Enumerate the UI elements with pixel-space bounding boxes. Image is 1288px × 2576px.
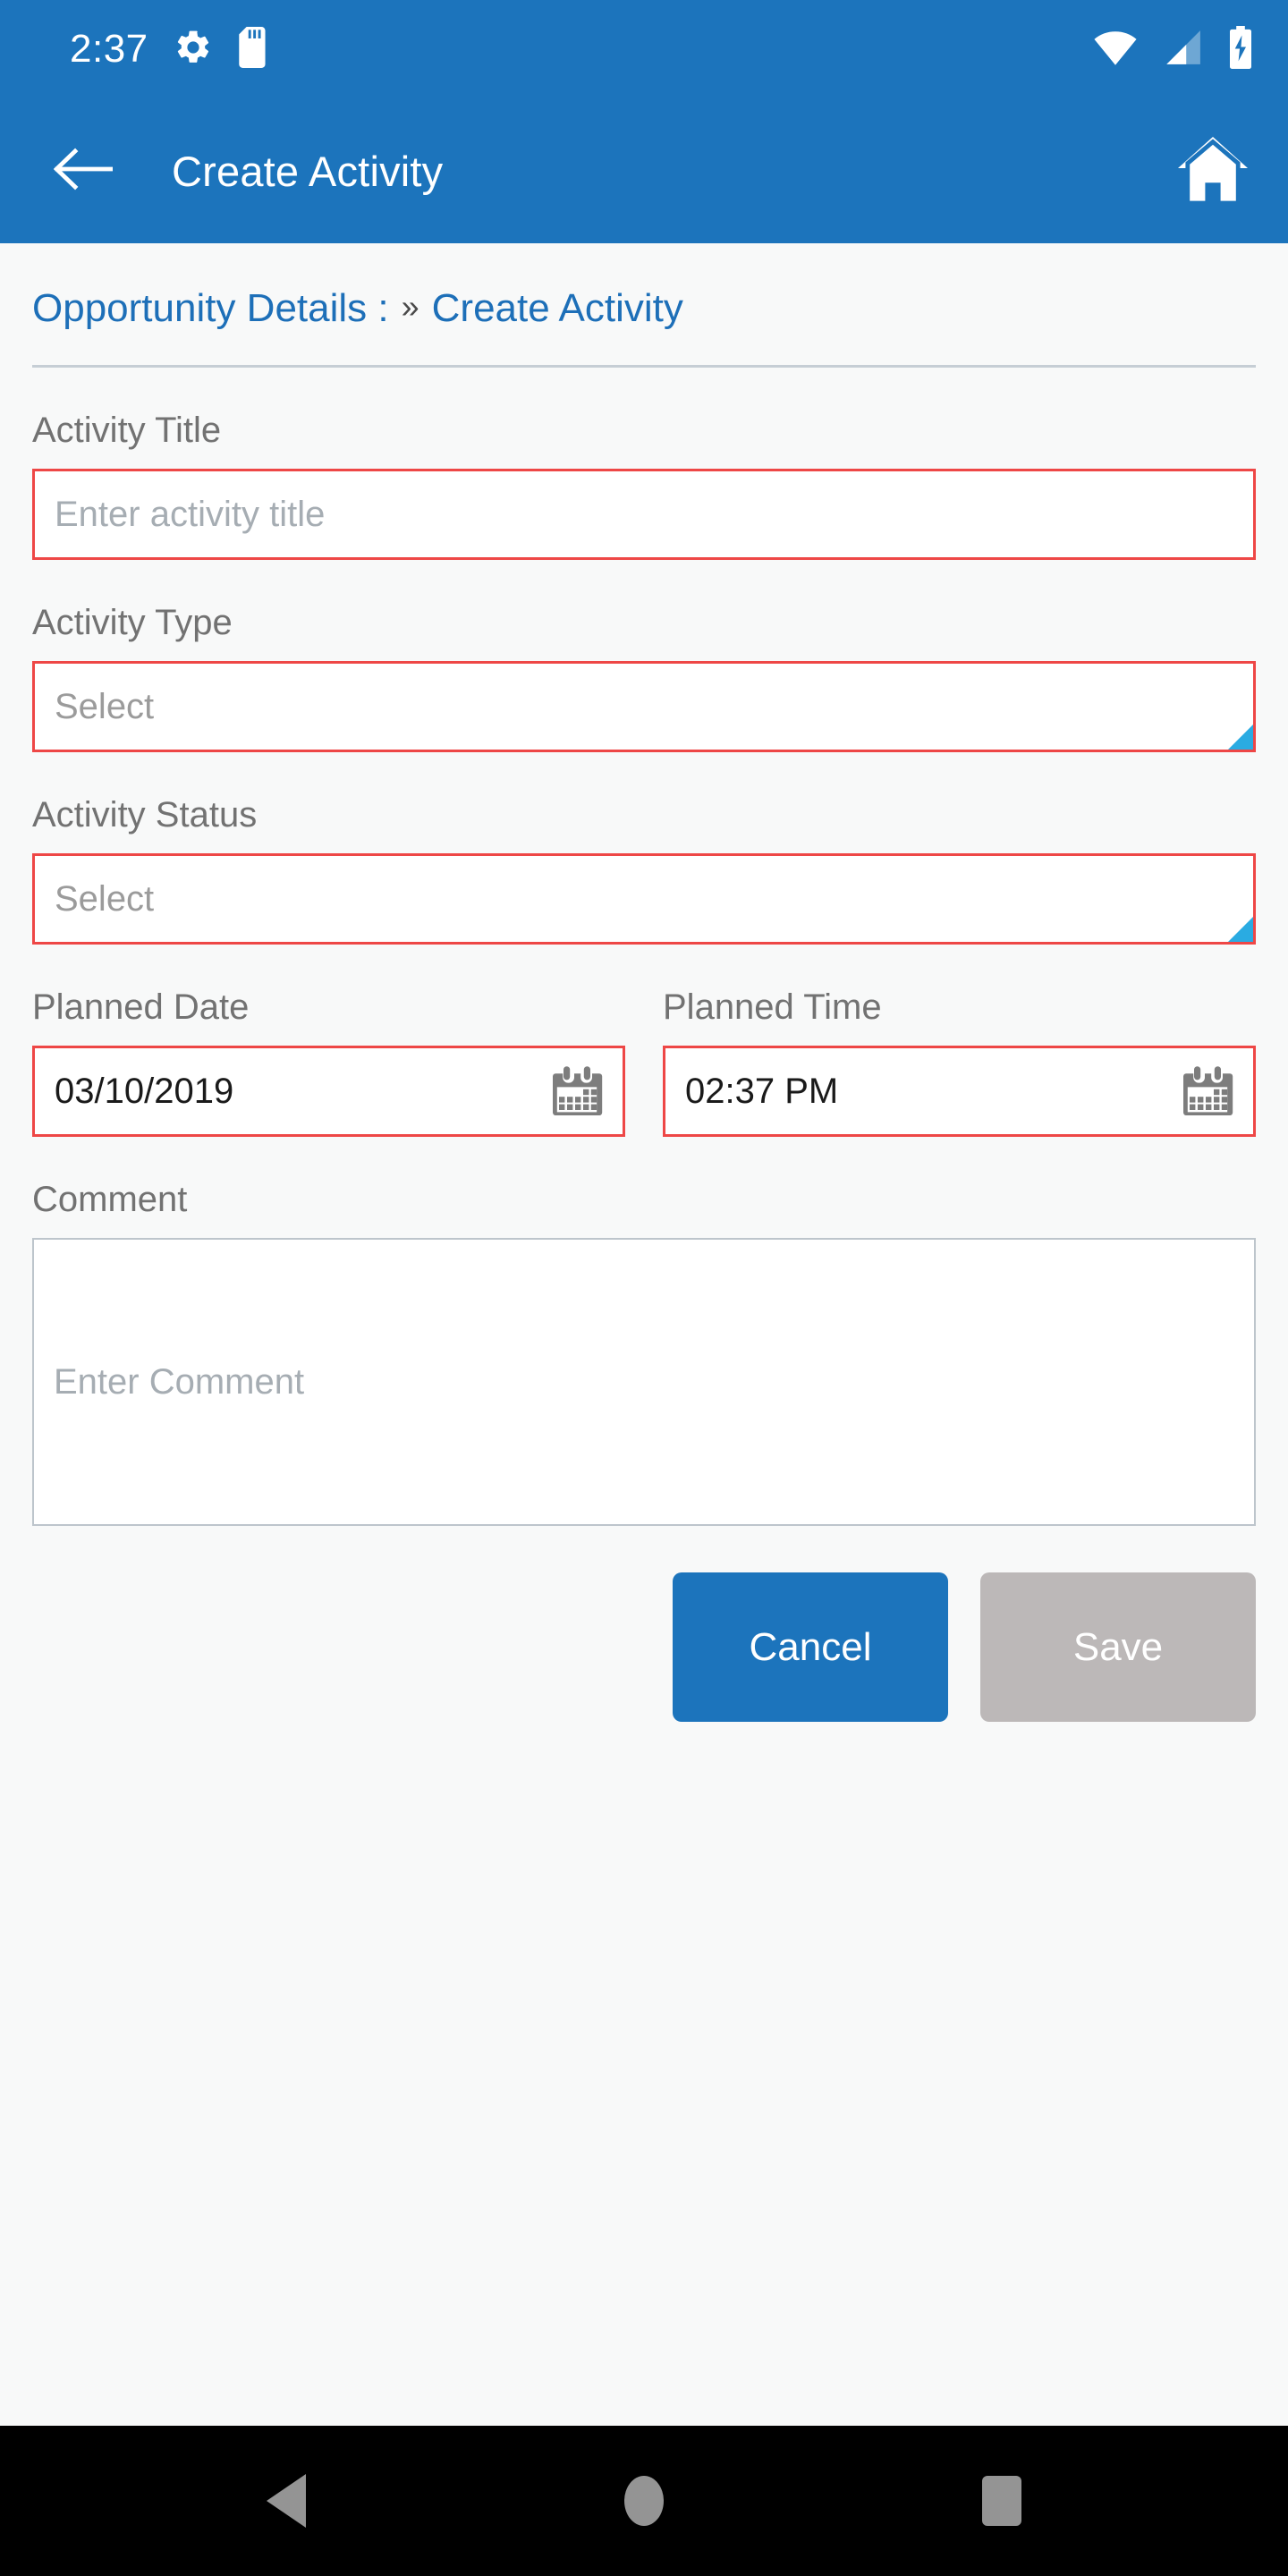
planned-date-input[interactable]: 03/10/2019	[32, 1046, 625, 1137]
nav-back-icon	[267, 2474, 306, 2528]
gear-icon	[174, 28, 213, 72]
activity-status-label: Activity Status	[32, 795, 258, 835]
comment-placeholder: Enter Comment	[54, 1361, 305, 1402]
form-content: Opportunity Details : » Create Activity Ac…	[0, 243, 1288, 2426]
planned-time-value: 02:37 PM	[685, 1071, 839, 1111]
dropdown-corner-icon	[1228, 724, 1253, 750]
page-title: Create Activity	[172, 147, 444, 195]
app-bar: Create Activity	[0, 98, 1288, 243]
activity-title-input[interactable]: Enter activity title	[32, 469, 1256, 560]
breadcrumb: Opportunity Details : » Create Activity	[32, 243, 1256, 331]
activity-title-placeholder: Enter activity title	[55, 494, 326, 534]
planned-date-label: Planned Date	[32, 987, 250, 1027]
field-planned-date: Planned Date 03/10/2019	[32, 987, 625, 1137]
home-button[interactable]	[1175, 133, 1250, 208]
home-icon	[1176, 135, 1250, 208]
dropdown-corner-icon	[1228, 917, 1253, 942]
field-activity-title: Activity Title Enter activity title	[32, 411, 1256, 560]
calendar-icon[interactable]	[551, 1065, 603, 1117]
activity-title-label: Activity Title	[32, 411, 222, 450]
status-bar-left: 2:37	[70, 26, 270, 72]
nav-back-button[interactable]	[224, 2438, 349, 2563]
wifi-icon	[1093, 29, 1138, 71]
app-screen: 2:37 Create Activity Opportunity Details…	[0, 0, 1288, 2576]
activity-status-placeholder: Select	[55, 878, 155, 919]
breadcrumb-current: Create Activity	[431, 286, 683, 330]
planned-row: Planned Date 03/10/2019 Planned Time 02:…	[32, 987, 1256, 1137]
field-planned-time: Planned Time 02:37 PM	[663, 987, 1256, 1137]
calendar-icon[interactable]	[1182, 1065, 1233, 1117]
planned-time-label: Planned Time	[663, 987, 882, 1027]
breadcrumb-parent[interactable]: Opportunity Details :	[32, 286, 389, 330]
breadcrumb-divider	[32, 365, 1256, 368]
status-time: 2:37	[70, 27, 148, 71]
activity-status-select[interactable]: Select	[32, 853, 1256, 945]
field-activity-type: Activity Type Select	[32, 603, 1256, 752]
cellular-signal-icon	[1161, 29, 1202, 71]
status-bar: 2:37	[0, 0, 1288, 98]
activity-type-placeholder: Select	[55, 686, 155, 726]
nav-recents-button[interactable]	[939, 2438, 1064, 2563]
comment-textarea[interactable]: Enter Comment	[32, 1238, 1256, 1526]
back-button[interactable]	[50, 138, 116, 204]
nav-home-icon	[624, 2476, 664, 2526]
nav-home-button[interactable]	[581, 2438, 707, 2563]
form-actions: Cancel Save	[32, 1572, 1256, 1722]
back-arrow-icon	[53, 147, 114, 196]
cancel-button[interactable]: Cancel	[673, 1572, 948, 1722]
status-bar-right	[1093, 25, 1256, 73]
activity-type-select[interactable]: Select	[32, 661, 1256, 752]
field-activity-status: Activity Status Select	[32, 795, 1256, 945]
activity-type-label: Activity Type	[32, 603, 233, 642]
save-button[interactable]: Save	[980, 1572, 1256, 1722]
battery-charging-icon	[1225, 25, 1256, 73]
comment-label: Comment	[32, 1180, 188, 1219]
nav-recents-icon	[982, 2476, 1021, 2526]
field-comment: Comment Enter Comment	[32, 1180, 1256, 1526]
planned-date-value: 03/10/2019	[55, 1071, 234, 1111]
breadcrumb-separator-icon: »	[401, 288, 419, 325]
planned-time-input[interactable]: 02:37 PM	[663, 1046, 1256, 1137]
sd-card-icon	[238, 26, 270, 72]
android-nav-bar	[0, 2426, 1288, 2576]
